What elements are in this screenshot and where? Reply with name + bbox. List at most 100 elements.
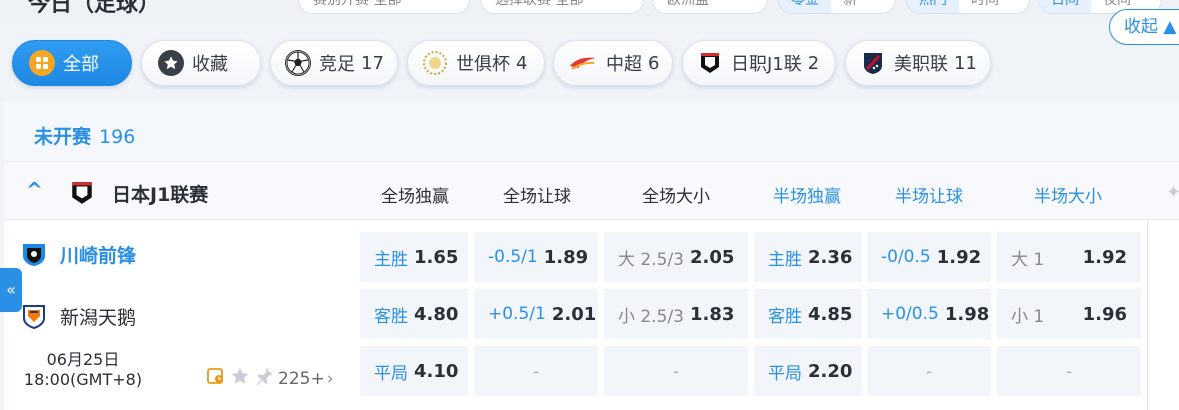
odds-cell: -: [474, 346, 598, 396]
away-team-name: 新潟天鹅: [60, 306, 137, 329]
odds-cell[interactable]: +0.5/1 2.01: [474, 289, 598, 339]
column-header: 半场大小: [1034, 187, 1102, 207]
odds-value: 4.80: [414, 303, 459, 325]
odds-label: 客胜: [374, 306, 408, 327]
expand-sidebar-button[interactable]: «: [0, 268, 22, 312]
league-filter[interactable]: 选择联赛 全部: [480, 0, 644, 14]
j1-league-icon: [697, 50, 723, 76]
odds-cell[interactable]: 大 1 1.92: [997, 232, 1141, 282]
seg-option[interactable]: 时间: [959, 0, 1011, 13]
odds-label: +0/0.5: [881, 304, 939, 324]
match-meta: 225+ ›: [206, 366, 334, 391]
odds-type-select[interactable]: 欧洲盘: [652, 0, 768, 14]
tab-label: 世俱杯: [456, 54, 510, 75]
seg-option[interactable]: 零金: [779, 0, 831, 13]
tab-all[interactable]: 全部: [12, 40, 132, 86]
albirex-niigata-logo-icon: [20, 302, 48, 330]
chevron-up-icon[interactable]: ^: [26, 178, 43, 202]
odds-label: 大 2.5/3: [618, 249, 684, 270]
j1-league-icon: [70, 180, 94, 206]
tab-count: 6: [648, 52, 660, 74]
chevron-right-icon[interactable]: ›: [327, 369, 334, 389]
odds-value: 4.10: [414, 360, 459, 382]
odds-label: 平局: [768, 363, 802, 384]
odds-value: 1.98: [944, 303, 990, 325]
mls-logo-icon: [860, 50, 886, 76]
star-icon[interactable]: [230, 366, 250, 391]
odds-value: 1.92: [1082, 246, 1127, 268]
odds-label: -0.5/1: [488, 247, 538, 267]
tab-jingzu[interactable]: 竞足 17: [270, 40, 398, 86]
seg-option[interactable]: 热门: [907, 0, 959, 13]
top-toolbar: 今日（足球） 赛别开赛 全部 选择联赛 全部 欧洲盘 零金 新 热门 时间 日间…: [0, 0, 1179, 22]
odds-cell[interactable]: 客胜 4.80: [360, 289, 468, 339]
divider: [1147, 220, 1148, 410]
odds-cell[interactable]: 客胜 4.85: [754, 289, 862, 339]
live-stream-icon[interactable]: [206, 366, 226, 391]
tab-j1-league[interactable]: 日职J1联 2: [682, 40, 836, 86]
home-team[interactable]: 川崎前锋: [20, 236, 136, 272]
page-title: 今日（足球）: [28, 0, 161, 17]
grid-icon: [29, 50, 55, 76]
odds-cell[interactable]: 平局 2.20: [754, 346, 862, 396]
odds-value: 1.89: [543, 246, 589, 268]
tab-favorites[interactable]: 收藏: [141, 40, 261, 86]
kawasaki-frontale-logo-icon: [20, 240, 48, 268]
odds-label: 主胜: [374, 249, 408, 270]
world-cup-icon: [422, 50, 448, 76]
match-time: 18:00(GMT+8): [23, 370, 143, 389]
tab-count: 4: [516, 52, 528, 74]
odds-cell[interactable]: +0/0.5 1.98: [867, 289, 991, 339]
column-header: 半场让球: [895, 187, 963, 207]
tab-label: 中超: [606, 54, 642, 75]
pin-icon[interactable]: ✦: [1166, 182, 1179, 203]
odds-cell[interactable]: 平局 4.10: [360, 346, 468, 396]
odds-cell[interactable]: -0/0.5 1.92: [867, 232, 991, 282]
odds-value: 1.96: [1082, 303, 1127, 325]
column-header: 全场让球: [503, 187, 571, 207]
odds-cell[interactable]: -0.5/1 1.89: [474, 232, 598, 282]
tab-label: 竞足: [319, 54, 355, 75]
odds-cell[interactable]: 小 2.5/3 1.83: [604, 289, 748, 339]
odds-cell[interactable]: 小 1 1.96: [997, 289, 1141, 339]
odds-empty: -: [673, 361, 679, 381]
match-status-filter[interactable]: 赛别开赛 全部: [298, 0, 470, 14]
tab-csl[interactable]: 中超 6: [553, 40, 673, 86]
match-datetime: 06月25日 18:00(GMT+8): [20, 350, 146, 390]
sort-toggle-2[interactable]: 热门 时间: [906, 0, 1030, 14]
collapse-label: 收起: [1124, 17, 1158, 37]
odds-label: 小 1: [1011, 306, 1045, 327]
collapse-button[interactable]: 收起 ▲: [1109, 9, 1179, 45]
seg-option[interactable]: 新: [831, 0, 869, 13]
odds-empty: -: [926, 361, 932, 381]
sort-toggle-1[interactable]: 零金 新: [778, 0, 896, 14]
seg-option[interactable]: 日间: [1039, 0, 1091, 13]
odds-value: 1.92: [936, 246, 982, 268]
match-date: 06月25日: [46, 350, 120, 369]
tab-count: 2: [807, 52, 820, 74]
odds-label: 小 2.5/3: [618, 306, 684, 327]
more-markets-count[interactable]: 225+: [278, 369, 325, 389]
odds-cell[interactable]: 大 2.5/3 2.05: [604, 232, 748, 282]
odds-label: 大 1: [1011, 249, 1045, 270]
odds-cell: -: [997, 346, 1141, 396]
section-title: 未开赛 196: [34, 122, 135, 149]
section-title-text: 未开赛: [34, 126, 92, 148]
pin-icon[interactable]: [254, 366, 274, 391]
odds-cell[interactable]: 主胜 1.65: [360, 232, 468, 282]
odds-empty: -: [533, 361, 539, 381]
column-header: 全场独赢: [381, 187, 449, 207]
away-team[interactable]: 新潟天鹅: [20, 298, 136, 334]
tab-count: 11: [954, 52, 977, 74]
tab-club-world-cup[interactable]: 世俱杯 4: [407, 40, 545, 86]
column-header: 全场大小: [642, 187, 710, 207]
league-name: 日本J1联赛: [112, 184, 209, 206]
odds-value: 1.83: [689, 303, 735, 325]
odds-cell[interactable]: 主胜 2.36: [754, 232, 862, 282]
section-count: 196: [99, 126, 136, 148]
tab-label: 日职J1联: [731, 54, 802, 75]
csl-logo-icon: [568, 50, 598, 76]
soccer-ball-icon: [285, 50, 311, 76]
tab-mls[interactable]: 美职联 11: [845, 40, 991, 86]
league-header[interactable]: ^ 日本J1联赛 全场独赢 全场让球 全场大小 半场独赢 半场让球 半场大小 ✦: [4, 162, 1179, 220]
